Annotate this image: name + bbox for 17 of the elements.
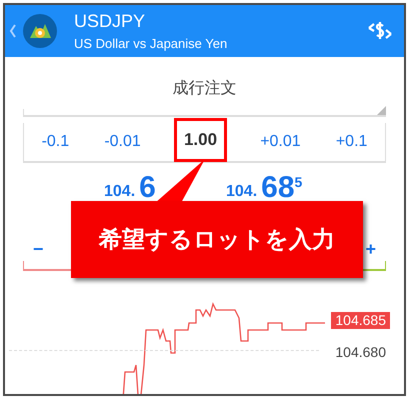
order-type-dropdown[interactable]: [23, 109, 386, 117]
lot-step-button[interactable]: +0.1: [334, 130, 370, 154]
symbol-title: USDJPY: [74, 10, 146, 33]
lot-step-button[interactable]: +0.01: [258, 130, 303, 154]
app-logo-icon: [23, 14, 57, 48]
current-price-label: 104.685: [331, 312, 390, 329]
symbol-subtitle: US Dollar vs Japanise Yen: [74, 36, 228, 52]
lot-step-button[interactable]: -0.01: [102, 130, 143, 154]
price-axis-label: 104.680: [335, 343, 386, 362]
volume-step-button[interactable]: −: [33, 239, 44, 259]
lot-size-value[interactable]: 1.00: [174, 118, 228, 162]
callout-text: 希望するロットを入力: [99, 225, 335, 254]
order-type-label[interactable]: 成行注文: [172, 77, 236, 101]
lot-step-button[interactable]: -0.1: [40, 130, 72, 154]
back-icon[interactable]: [9, 23, 17, 39]
dropdown-corner-icon: [377, 106, 386, 115]
volume-step-button[interactable]: +: [365, 239, 376, 259]
